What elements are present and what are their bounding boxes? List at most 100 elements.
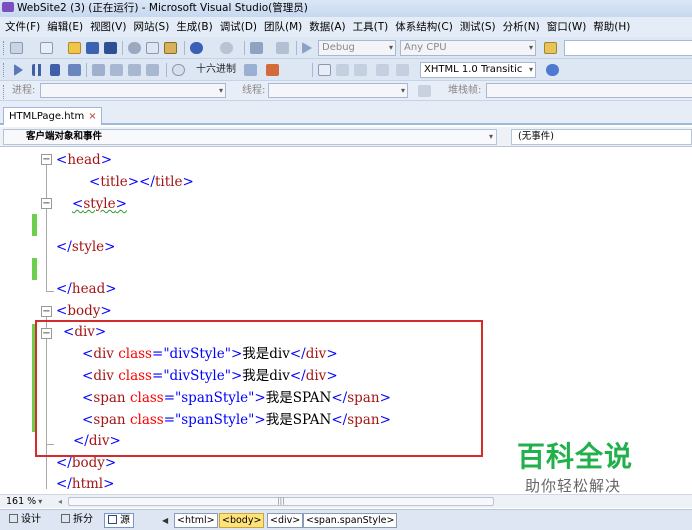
flag-thread-icon[interactable] xyxy=(418,85,431,97)
menu-architecture[interactable]: 体系结构(C) xyxy=(390,17,455,37)
stop-debugging-icon[interactable] xyxy=(50,64,60,76)
toolbar-separator xyxy=(86,63,87,77)
restart-icon[interactable] xyxy=(68,64,81,76)
design-icon xyxy=(9,514,18,523)
start-debugging-icon[interactable] xyxy=(302,42,312,54)
menu-window[interactable]: 窗口(W) xyxy=(542,17,589,37)
navigate-forward-icon[interactable] xyxy=(276,42,289,54)
check-accessibility-icon[interactable] xyxy=(546,64,559,76)
new-project-icon[interactable] xyxy=(10,42,23,54)
save-icon[interactable] xyxy=(86,42,99,54)
highlight-box xyxy=(35,320,483,457)
scroll-left-icon[interactable]: ◂ xyxy=(58,495,62,508)
breadcrumb-html[interactable]: <html> xyxy=(174,513,218,528)
breakpoint-icon[interactable] xyxy=(244,64,257,76)
toolbar-separator xyxy=(312,63,313,77)
split-icon xyxy=(61,514,70,523)
menu-edit[interactable]: 编辑(E) xyxy=(42,17,85,37)
menu-data[interactable]: 数据(A) xyxy=(304,17,347,37)
source-view-button[interactable]: 源 xyxy=(104,513,134,528)
title-bar: WebSite2 (3) (正在运行) - Microsoft Visual S… xyxy=(0,0,692,17)
continue-icon[interactable] xyxy=(14,64,23,76)
tab-htmlpage[interactable]: HTMLPage.htm × xyxy=(3,107,102,125)
client-objects-dropdown[interactable]: 客户端对象和事件 ▾ xyxy=(3,129,497,145)
step-over-icon[interactable] xyxy=(128,64,141,76)
increase-indent-icon[interactable] xyxy=(354,64,367,76)
find-combo[interactable] xyxy=(564,40,692,56)
scroll-left-icon[interactable]: ◀ xyxy=(162,514,172,527)
menu-view[interactable]: 视图(V) xyxy=(85,17,128,37)
solution-platform-dropdown[interactable]: Any CPU ▾ xyxy=(400,40,536,56)
find-in-files-icon[interactable] xyxy=(544,42,557,54)
breadcrumb-body[interactable]: <body> xyxy=(219,513,265,528)
window-title: WebSite2 (3) (正在运行) - Microsoft Visual S… xyxy=(17,2,308,14)
menu-test[interactable]: 测试(S) xyxy=(455,17,498,37)
code-line: <style> xyxy=(72,196,127,212)
zoom-dropdown[interactable]: 161 % ▾ xyxy=(6,495,42,508)
menu-analyze[interactable]: 分析(N) xyxy=(498,17,542,37)
debug-location-toolbar: 进程: ▾ 线程: ▾ 堆栈帧: xyxy=(0,81,692,101)
menu-bar: 文件(F) 编辑(E) 视图(V) 网站(S) 生成(B) 调试(D) 团队(M) 数据(A)… xyxy=(0,17,692,37)
save-all-icon[interactable] xyxy=(104,42,117,54)
step-out-icon[interactable] xyxy=(146,64,159,76)
comment-icon[interactable] xyxy=(376,64,389,76)
standard-toolbar: Debug ▾ Any CPU ▾ xyxy=(0,37,692,59)
output-window-icon[interactable] xyxy=(266,64,279,76)
break-all-icon[interactable] xyxy=(32,64,42,76)
chevron-down-icon: ▾ xyxy=(528,43,533,52)
split-view-button[interactable]: 拆分 xyxy=(58,513,96,528)
close-icon[interactable]: × xyxy=(88,111,96,122)
view-bar: 设计 拆分 源 ◀ <html> <body> <div> <span.span… xyxy=(0,509,692,530)
menu-website[interactable]: 网站(S) xyxy=(128,17,171,37)
chevron-down-icon: ▾ xyxy=(400,86,405,95)
code-line: <head> xyxy=(56,152,112,168)
hex-display-toggle[interactable]: 十六进制 xyxy=(196,62,236,78)
cut-icon[interactable] xyxy=(128,42,141,54)
menu-file[interactable]: 文件(F) xyxy=(0,17,42,37)
toolbar-grip[interactable] xyxy=(3,63,6,77)
menu-debug[interactable]: 调试(D) xyxy=(215,17,259,37)
paste-icon[interactable] xyxy=(164,42,177,54)
stack-frame-label: 堆栈帧: xyxy=(448,85,482,96)
open-file-icon[interactable] xyxy=(68,42,81,54)
thread-dropdown[interactable]: ▾ xyxy=(268,83,408,98)
chevron-down-icon: ▾ xyxy=(528,65,533,74)
outline-icon[interactable] xyxy=(318,64,331,76)
menu-tools[interactable]: 工具(T) xyxy=(348,17,391,37)
toolbar-separator xyxy=(244,41,245,55)
design-view-button[interactable]: 设计 xyxy=(6,513,44,528)
step-into-icon[interactable] xyxy=(110,64,123,76)
add-item-icon[interactable] xyxy=(40,42,53,54)
events-dropdown[interactable]: (无事件) xyxy=(511,129,692,145)
stack-frame-dropdown[interactable] xyxy=(486,83,692,98)
menu-help[interactable]: 帮助(H) xyxy=(588,17,632,37)
redo-icon[interactable] xyxy=(220,42,233,54)
watermark-brand: 百科全说 xyxy=(517,440,634,473)
source-icon xyxy=(108,515,117,524)
scroll-thumb[interactable]: ||| xyxy=(68,497,494,506)
show-next-statement-icon[interactable] xyxy=(92,64,105,76)
menu-team[interactable]: 团队(M) xyxy=(259,17,304,37)
copy-icon[interactable] xyxy=(146,42,159,54)
breadcrumb-span[interactable]: <span.spanStyle> xyxy=(303,513,398,528)
breadcrumb-div[interactable]: <div> xyxy=(267,513,304,528)
watermark-tagline: 助你轻松解决 xyxy=(525,477,622,495)
toolbar-grip[interactable] xyxy=(3,41,6,55)
solution-config-dropdown[interactable]: Debug ▾ xyxy=(318,40,396,56)
uncomment-icon[interactable] xyxy=(396,64,409,76)
app-icon xyxy=(2,2,14,12)
target-schema-dropdown[interactable]: XHTML 1.0 Transitic ▾ xyxy=(420,62,536,78)
undo-icon[interactable] xyxy=(190,42,203,54)
process-label: 进程: xyxy=(12,85,36,96)
quickwatch-icon[interactable] xyxy=(172,64,185,76)
toolbar-grip[interactable] xyxy=(3,85,6,99)
menu-build[interactable]: 生成(B) xyxy=(171,17,214,37)
horizontal-scrollbar[interactable]: 161 % ▾ ◂ ||| xyxy=(0,494,692,508)
process-dropdown[interactable]: ▾ xyxy=(40,83,226,98)
decrease-indent-icon[interactable] xyxy=(336,64,349,76)
chevron-down-icon: ▾ xyxy=(488,132,493,141)
navigate-backward-icon[interactable] xyxy=(250,42,263,54)
toolbar-separator xyxy=(296,41,297,55)
